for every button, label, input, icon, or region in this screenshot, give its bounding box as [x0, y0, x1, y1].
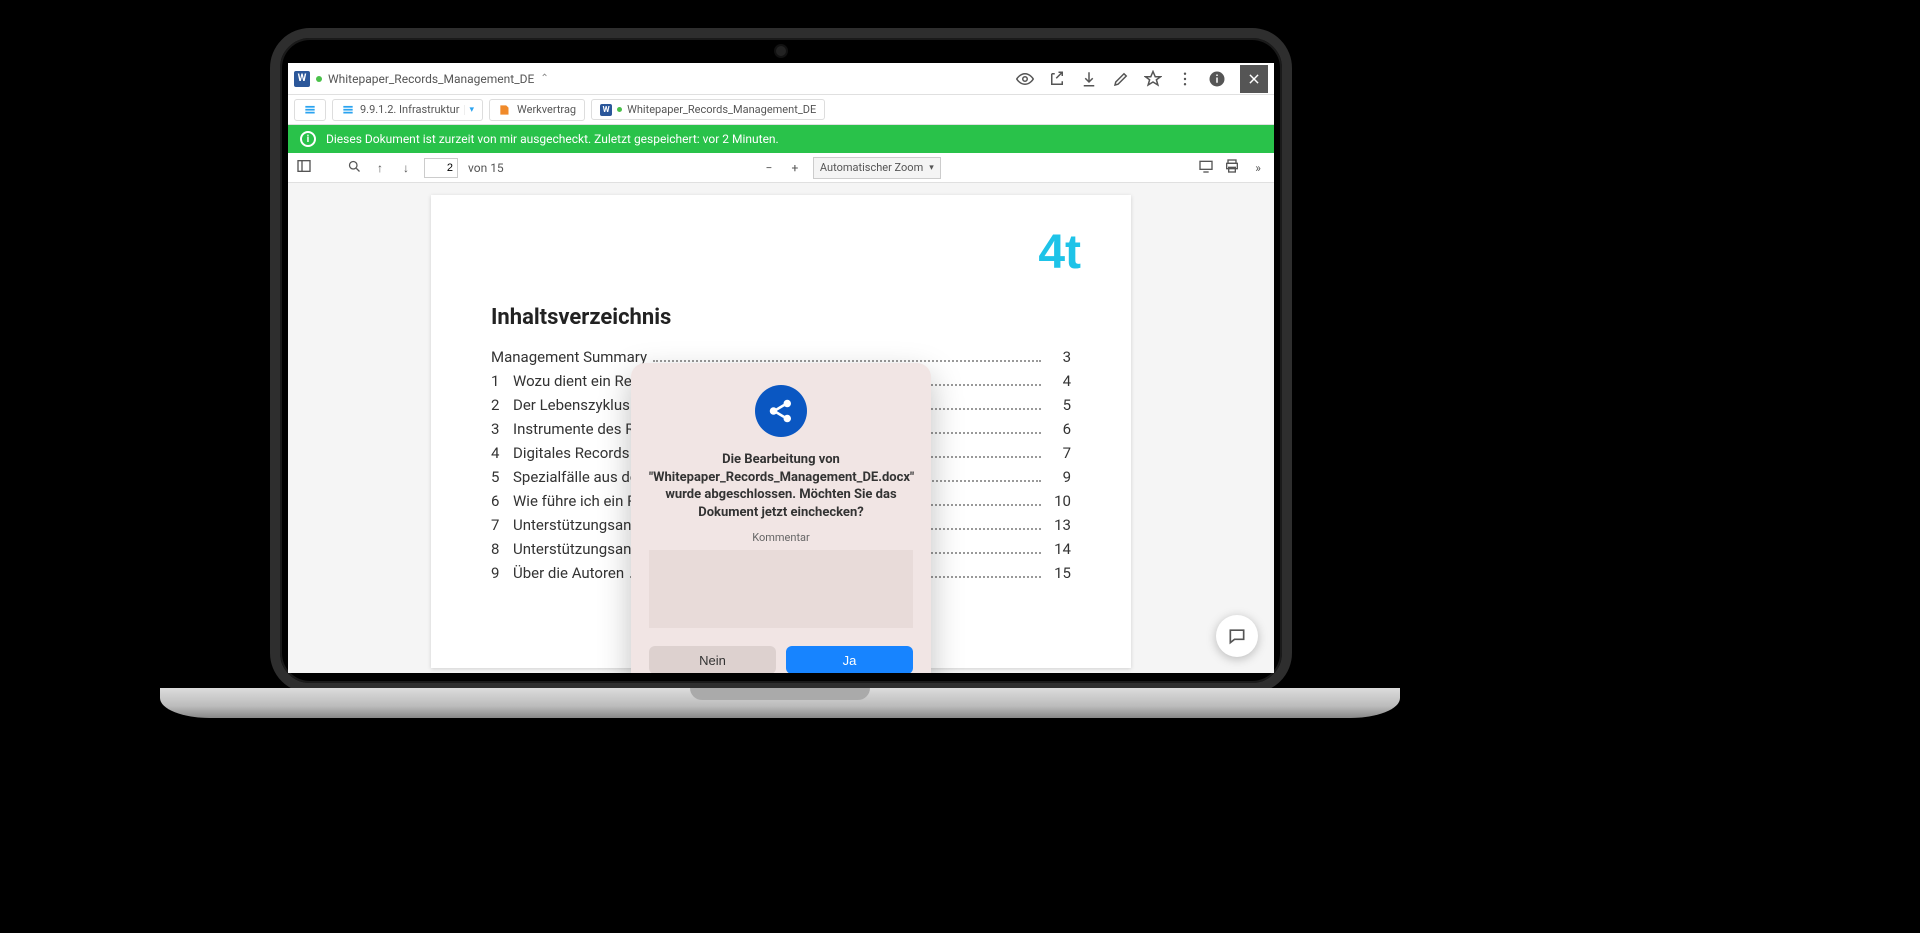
dialog-comment-input[interactable] [649, 550, 913, 628]
breadcrumb-werkvertrag[interactable]: Werkvertrag [489, 99, 585, 121]
page-down-icon[interactable]: ↓ [398, 161, 414, 175]
toc-label: Wie führe ich ein R [513, 492, 636, 510]
chat-button[interactable] [1216, 615, 1258, 657]
checkin-dialog: Die Bearbeitung von "Whitepaper_Records_… [631, 363, 931, 673]
checkout-banner: i Dieses Dokument ist zurzeit von mir au… [288, 125, 1274, 153]
toc-number: 4 [491, 444, 513, 462]
toc-page: 3 [1047, 348, 1071, 366]
breadcrumb-label: 9.9.1.2. Infrastruktur [360, 103, 459, 116]
share-icon [755, 385, 807, 437]
more-icon[interactable] [1176, 70, 1194, 88]
toc-page: 13 [1047, 516, 1071, 534]
doc-title: Whitepaper_Records_Management_DE [328, 72, 534, 86]
zoom-in-icon[interactable]: + [787, 161, 803, 175]
laptop-base [160, 688, 1400, 718]
doc-title-group: W Whitepaper_Records_Management_DE ⌃ [294, 71, 1010, 87]
page-of-label: von 15 [468, 161, 504, 175]
star-icon[interactable] [1144, 70, 1162, 88]
toc-number: 2 [491, 396, 513, 414]
document-viewport[interactable]: 4t Inhaltsverzeichnis Management Summary… [288, 183, 1274, 673]
toc-number: 3 [491, 420, 513, 438]
toc-number: 8 [491, 540, 513, 558]
online-indicator-icon [316, 76, 322, 82]
toc-page: 9 [1047, 468, 1071, 486]
dialog-message: Die Bearbeitung von "Whitepaper_Records_… [649, 451, 913, 521]
word-icon: W [294, 71, 310, 87]
toc-heading: Inhaltsverzeichnis [491, 305, 1071, 330]
chevron-up-icon[interactable]: ⌃ [540, 73, 548, 84]
presentation-icon[interactable] [1198, 158, 1214, 177]
search-icon[interactable] [346, 159, 362, 177]
zoom-select-label: Automatischer Zoom [820, 161, 923, 174]
toc-page: 15 [1047, 564, 1071, 582]
toc-number: 7 [491, 516, 513, 534]
dialog-buttons: Nein Ja [649, 646, 913, 673]
toc-label: Spezialfälle aus der [513, 468, 643, 486]
toc-label: Digitales Records M [513, 444, 646, 462]
info-icon: i [300, 131, 316, 147]
chevron-down-icon[interactable]: ▾ [464, 105, 474, 115]
preview-icon[interactable] [1016, 70, 1034, 88]
edit-icon[interactable] [1112, 70, 1130, 88]
dialog-no-button[interactable]: Nein [649, 646, 776, 673]
online-indicator-icon [617, 107, 622, 112]
stage: W Whitepaper_Records_Management_DE ⌃ [0, 0, 1920, 933]
info-icon[interactable] [1208, 70, 1226, 88]
checkout-icon[interactable] [1048, 70, 1066, 88]
dialog-comment-label: Kommentar [649, 531, 913, 544]
toc-page: 7 [1047, 444, 1071, 462]
toc-label: Wozu dient ein Rec [513, 372, 640, 390]
zoom-out-icon[interactable]: − [761, 161, 777, 175]
close-button[interactable] [1240, 65, 1268, 93]
toc-page: 5 [1047, 396, 1071, 414]
toc-label: Über die Autoren [513, 564, 624, 582]
toc-page: 4 [1047, 372, 1071, 390]
toc-number: 1 [491, 372, 513, 390]
word-icon: W [600, 104, 612, 116]
title-bar-actions [1016, 65, 1268, 93]
breadcrumb-label: Whitepaper_Records_Management_DE [627, 103, 816, 116]
toc-leader [653, 360, 1041, 362]
toc-page: 14 [1047, 540, 1071, 558]
camera-dot [776, 46, 786, 56]
dialog-yes-button[interactable]: Ja [786, 646, 913, 673]
zoom-select[interactable]: Automatischer Zoom ▾ [813, 157, 941, 179]
more-tools-icon[interactable]: » [1250, 161, 1266, 175]
breadcrumb-root[interactable] [294, 99, 326, 121]
download-icon[interactable] [1080, 70, 1098, 88]
toc-label: Der Lebenszyklus v [513, 396, 641, 414]
toc-page: 10 [1047, 492, 1071, 510]
toc-page: 6 [1047, 420, 1071, 438]
page-up-icon[interactable]: ↑ [372, 161, 388, 175]
banner-text: Dieses Dokument ist zurzeit von mir ausg… [326, 132, 779, 146]
app-screen: W Whitepaper_Records_Management_DE ⌃ [288, 63, 1274, 673]
breadcrumb-label: Werkvertrag [517, 103, 576, 116]
toc-label: Management Summary [491, 348, 647, 366]
chevron-down-icon: ▾ [929, 163, 934, 173]
title-bar: W Whitepaper_Records_Management_DE ⌃ [288, 63, 1274, 95]
sidebar-toggle-icon[interactable] [296, 158, 312, 177]
print-icon[interactable] [1224, 158, 1240, 177]
toc-number: 9 [491, 564, 513, 582]
laptop-notch [690, 688, 870, 700]
breadcrumb-bar: 9.9.1.2. Infrastruktur ▾ Werkvertrag W W… [288, 95, 1274, 125]
page-number-input[interactable] [424, 158, 458, 178]
pdf-toolbar: ↑ ↓ von 15 − + Automatischer Zoom ▾ » [288, 153, 1274, 183]
breadcrumb-current[interactable]: W Whitepaper_Records_Management_DE [591, 99, 825, 120]
toc-number: 5 [491, 468, 513, 486]
laptop-frame: W Whitepaper_Records_Management_DE ⌃ [270, 28, 1292, 693]
toc-number: 6 [491, 492, 513, 510]
toc-label: Instrumente des Re [513, 420, 642, 438]
breadcrumb-infrastruktur[interactable]: 9.9.1.2. Infrastruktur ▾ [332, 99, 483, 121]
brand-logo: 4t [1038, 225, 1081, 280]
